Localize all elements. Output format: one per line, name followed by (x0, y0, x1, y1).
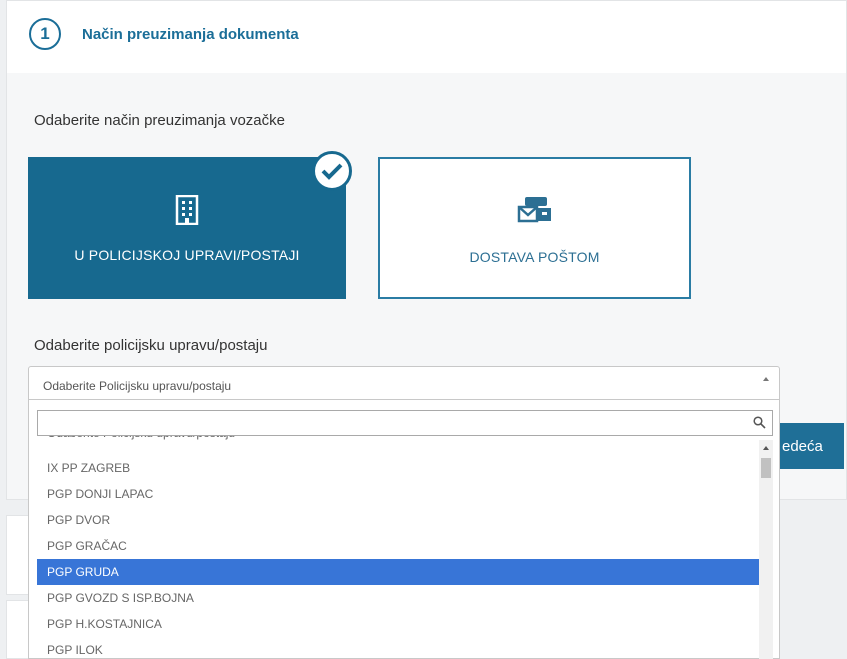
step-title: Način preuzimanja dokumenta (82, 26, 299, 43)
option-police-station-label: U POLICIJSKOJ UPRAVI/POSTAJI (74, 247, 300, 263)
option-mail-delivery[interactable]: DOSTAVA POŠTOM (378, 157, 691, 299)
results-list: Odaberite Policijsku upravu/postaju IX P… (37, 436, 759, 659)
select-arrow-icon (763, 377, 769, 381)
scroll-up-icon[interactable] (763, 446, 769, 450)
list-item[interactable]: PGP GRAČAC (37, 533, 759, 559)
selected-check-icon (312, 151, 352, 191)
station-prompt: Odaberite policijsku upravu/postaju (34, 337, 268, 354)
station-select-value: Odaberite Policijsku upravu/postaju (43, 379, 232, 393)
delivery-prompt: Odaberite način preuzimanja vozačke (34, 112, 285, 129)
list-item[interactable]: PGP H.KOSTAJNICA (37, 611, 759, 637)
option-police-station[interactable]: U POLICIJSKOJ UPRAVI/POSTAJI (28, 157, 346, 299)
station-select[interactable]: Odaberite Policijsku upravu/postaju (28, 366, 780, 400)
next-button[interactable]: edeća (780, 423, 844, 469)
list-item[interactable]: PGP DVOR (37, 507, 759, 533)
dropdown-scrollbar[interactable] (759, 440, 773, 659)
building-icon (174, 194, 200, 226)
station-dropdown: Odaberite Policijsku upravu/postaju IX P… (28, 400, 780, 659)
list-item[interactable]: Odaberite Policijsku upravu/postaju (37, 436, 759, 446)
list-item-highlighted[interactable]: PGP GRUDA (37, 559, 759, 585)
mail-delivery-icon (515, 197, 555, 227)
step-header: 1 Način preuzimanja dokumenta (7, 1, 846, 73)
next-button-label: edeća (782, 437, 823, 455)
scroll-thumb[interactable] (761, 458, 771, 478)
search-icon (753, 416, 766, 434)
list-item[interactable]: PGP GVOZD S ISP.BOJNA (37, 585, 759, 611)
list-item[interactable]: IX PP ZAGREB (37, 455, 759, 481)
step-number: 1 (29, 18, 61, 50)
list-item[interactable]: PGP DONJI LAPAC (37, 481, 759, 507)
option-mail-delivery-label: DOSTAVA POŠTOM (469, 249, 600, 265)
list-item[interactable]: PGP ILOK (37, 637, 759, 659)
search-field[interactable] (37, 410, 773, 436)
station-search-input[interactable] (42, 412, 742, 434)
